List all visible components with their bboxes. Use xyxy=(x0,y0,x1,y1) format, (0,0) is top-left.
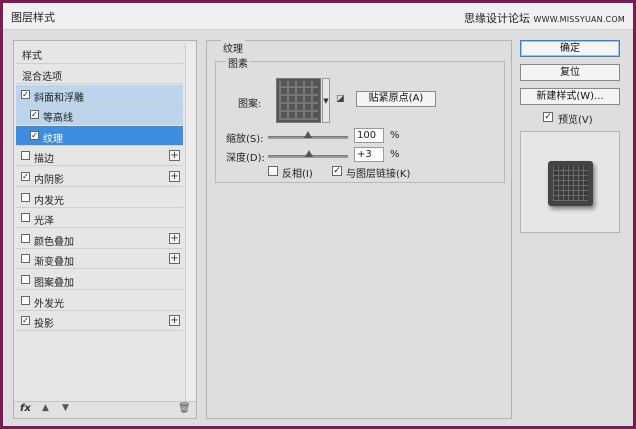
style-row-label: 混合选项 xyxy=(22,72,62,83)
style-row-checkbox[interactable] xyxy=(21,213,30,223)
style-row-checkbox[interactable]: ✓ xyxy=(21,172,30,181)
style-row[interactable]: 外发光 xyxy=(16,291,183,311)
style-row-label: 外发光 xyxy=(34,298,64,310)
style-row-label: 渐变叠加 xyxy=(34,257,74,269)
style-row[interactable]: 颜色叠加 + xyxy=(16,229,183,249)
style-row-label: 颜色叠加 xyxy=(34,236,74,248)
arrow-up-icon[interactable]: ▲ xyxy=(42,403,49,413)
pattern-swatch[interactable] xyxy=(276,78,321,123)
style-row[interactable]: ✓ 纹理 xyxy=(16,125,183,146)
style-row[interactable]: ✓ 内阴影 + xyxy=(16,167,183,187)
watermark: 思缘设计论坛 WWW.MISSYUAN.COM xyxy=(464,10,625,26)
layer-style-dialog: 图层样式 思缘设计论坛 WWW.MISSYUAN.COM 样式 混合选项 ✓ 斜面和… xyxy=(3,3,633,426)
watermark-cn: 思缘设计论坛 xyxy=(463,12,530,25)
ok-button[interactable]: 确定 xyxy=(520,40,620,57)
style-row-label: 等高线 xyxy=(43,113,73,125)
style-row-checkbox[interactable] xyxy=(21,151,30,161)
style-row[interactable]: ✓ 等高线 xyxy=(16,105,183,126)
snap-to-origin-button[interactable]: 贴紧原点(A) xyxy=(356,91,436,107)
link-with-layer-checkbox[interactable]: ✓ xyxy=(332,166,342,176)
new-preset-icon[interactable]: ◪ xyxy=(336,94,345,104)
styles-list-panel: 样式 混合选项 ✓ 斜面和浮雕 ✓ 等高线 ✓ 纹理 描边 + ✓ 内阴影 + 内发光 光泽 颜色叠加 + 渐变… xyxy=(13,40,197,419)
depth-label: 深度(D): xyxy=(226,153,265,164)
style-row-label: 描边 xyxy=(34,154,54,166)
depth-slider[interactable] xyxy=(268,150,348,158)
scale-unit: % xyxy=(390,130,400,141)
pattern-label: 图案: xyxy=(238,99,262,110)
texture-title: 纹理 xyxy=(221,40,245,55)
style-row-checkbox[interactable] xyxy=(21,254,30,264)
style-row[interactable]: ✓ 投影 + xyxy=(16,311,183,332)
dialog-title: 图层样式 xyxy=(11,11,55,24)
preview-tile-image xyxy=(548,161,593,206)
watermark-en: WWW.MISSYUAN.COM xyxy=(533,15,625,24)
style-row[interactable]: 图案叠加 xyxy=(16,270,183,290)
style-row-checkbox[interactable] xyxy=(21,192,30,202)
style-row-checkbox[interactable]: ✓ xyxy=(21,89,30,99)
style-row-checkbox[interactable] xyxy=(21,233,30,243)
style-row[interactable]: 渐变叠加 + xyxy=(16,249,183,270)
pattern-dropdown-icon[interactable]: ▼ xyxy=(322,78,330,123)
title-bar: 图层样式 思缘设计论坛 WWW.MISSYUAN.COM xyxy=(3,3,633,30)
style-row-checkbox[interactable]: ✓ xyxy=(30,110,39,120)
style-row[interactable]: 光泽 xyxy=(16,208,183,229)
style-row-label: 内阴影 xyxy=(34,175,64,186)
arrow-down-icon[interactable]: ▼ xyxy=(62,403,69,413)
list-scrollbar[interactable] xyxy=(185,43,196,401)
style-row-checkbox[interactable] xyxy=(21,275,30,284)
style-row-label: 投影 xyxy=(34,319,54,331)
scale-input[interactable]: 100 xyxy=(354,128,384,143)
depth-input[interactable]: +3 xyxy=(354,147,384,162)
style-preview-thumbnail xyxy=(520,131,620,233)
style-row-checkbox[interactable]: ✓ xyxy=(21,316,30,326)
scale-slider-handle[interactable] xyxy=(304,131,312,138)
reset-button[interactable]: 复位 xyxy=(520,64,620,81)
add-effect-plus-icon[interactable]: + xyxy=(169,253,180,265)
invert-checkbox[interactable] xyxy=(268,166,278,176)
pattern-group: 图素 图案: ▼ ◪ 贴紧原点(A) 缩放(S): 100 % 深度(D): +… xyxy=(215,55,505,183)
pattern-group-title: 图素 xyxy=(226,55,250,70)
style-row[interactable]: 混合选项 xyxy=(16,64,183,84)
new-style-button[interactable]: 新建样式(W)... xyxy=(520,88,620,105)
styles-header[interactable]: 样式 xyxy=(16,43,183,64)
style-row-label: 光泽 xyxy=(34,216,54,228)
style-row[interactable]: 内发光 xyxy=(16,188,183,208)
trash-icon[interactable]: 🗑 xyxy=(178,403,191,414)
list-footer: fx ▲ ▼ 🗑 xyxy=(14,401,196,418)
scale-slider[interactable] xyxy=(268,131,348,139)
depth-slider-handle[interactable] xyxy=(304,150,313,157)
preview-label: 预览(V) xyxy=(558,115,593,126)
style-row-checkbox[interactable]: ✓ xyxy=(30,130,39,140)
style-row-label: 图案叠加 xyxy=(34,278,74,289)
fx-icon[interactable]: fx xyxy=(20,403,31,414)
invert-label: 反相(I) xyxy=(282,169,313,180)
link-with-layer-label: 与图层链接(K) xyxy=(346,169,411,180)
add-effect-plus-icon[interactable]: + xyxy=(169,315,180,327)
add-effect-plus-icon[interactable]: + xyxy=(169,232,180,244)
add-effect-plus-icon[interactable]: + xyxy=(169,150,180,162)
style-row-label: 斜面和浮雕 xyxy=(34,92,84,104)
style-row-label: 纹理 xyxy=(43,133,63,145)
style-row[interactable]: 描边 + xyxy=(16,146,183,167)
texture-panel: 纹理 图素 图案: ▼ ◪ 贴紧原点(A) 缩放(S): 100 % 深度(D)… xyxy=(206,40,512,419)
style-row-label: 内发光 xyxy=(34,195,64,207)
style-row[interactable]: ✓ 斜面和浮雕 xyxy=(16,84,183,105)
preview-checkbox[interactable]: ✓ xyxy=(543,112,553,122)
depth-unit: % xyxy=(390,149,400,160)
scale-label: 缩放(S): xyxy=(226,134,264,145)
style-row-checkbox[interactable] xyxy=(21,295,30,305)
add-effect-plus-icon[interactable]: + xyxy=(169,171,180,182)
